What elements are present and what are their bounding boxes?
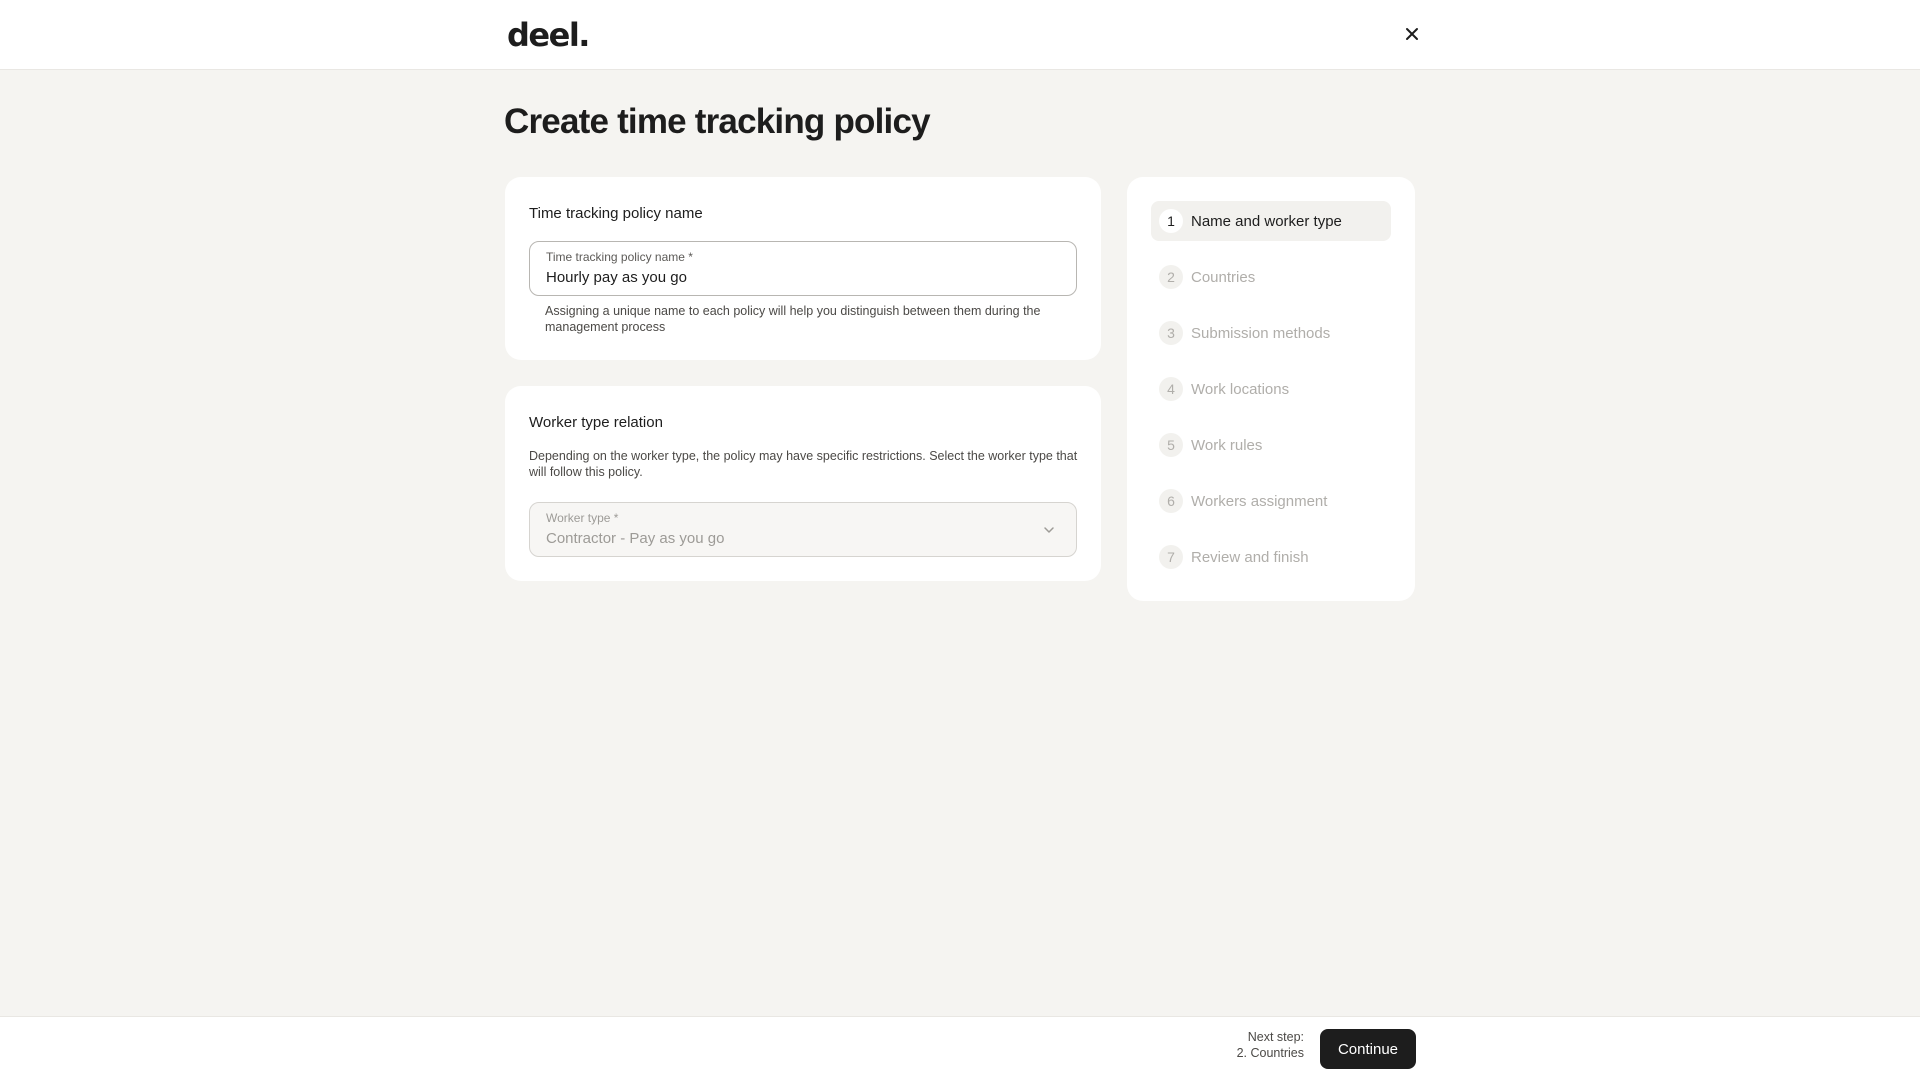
step-submission-methods[interactable]: 3 Submission methods xyxy=(1151,313,1391,353)
step-label: Work rules xyxy=(1191,436,1263,454)
step-work-locations[interactable]: 4 Work locations xyxy=(1151,369,1391,409)
close-button[interactable] xyxy=(1398,20,1426,48)
worker-type-select[interactable]: Worker type * Contractor - Pay as you go xyxy=(529,502,1077,557)
next-step-label: Next step: xyxy=(1247,1030,1304,1044)
worker-type-heading: Worker type relation xyxy=(529,414,663,431)
step-number: 4 xyxy=(1159,377,1183,401)
step-countries[interactable]: 2 Countries xyxy=(1151,257,1391,297)
chevron-down-icon xyxy=(1044,527,1054,533)
footer-bar: Next step: 2. Countries Continue xyxy=(0,1016,1920,1080)
worker-type-select-label: Worker type * xyxy=(546,511,619,525)
step-label: Work locations xyxy=(1191,380,1290,398)
deel-logo[interactable]: deel. xyxy=(507,16,590,54)
step-label: Workers assignment xyxy=(1191,492,1328,510)
step-number: 1 xyxy=(1159,209,1183,233)
worker-type-card: Worker type relation Depending on the wo… xyxy=(505,386,1101,581)
policy-name-field-label: Time tracking policy name * xyxy=(546,250,693,264)
step-label: Countries xyxy=(1191,268,1256,286)
step-name-and-worker-type[interactable]: 1 Name and worker type xyxy=(1151,201,1391,241)
page-title: Create time tracking policy xyxy=(504,102,931,141)
step-work-rules[interactable]: 5 Work rules xyxy=(1151,425,1391,465)
step-label: Review and finish xyxy=(1191,548,1309,566)
policy-name-helper-text: Assigning a unique name to each policy w… xyxy=(545,304,1041,334)
step-label: Name and worker type xyxy=(1191,212,1342,230)
step-workers-assignment[interactable]: 6 Workers assignment xyxy=(1151,481,1391,521)
steps-panel: 1 Name and worker type 2 Countries 3 Sub… xyxy=(1127,177,1415,601)
step-review-and-finish[interactable]: 7 Review and finish xyxy=(1151,537,1391,577)
step-number: 6 xyxy=(1159,489,1183,513)
next-step-value: 2. Countries xyxy=(1236,1046,1304,1060)
step-number: 2 xyxy=(1159,265,1183,289)
step-number: 5 xyxy=(1159,433,1183,457)
step-number: 7 xyxy=(1159,545,1183,569)
step-label: Submission methods xyxy=(1191,324,1331,342)
next-step-info: Next step: 2. Countries xyxy=(1200,1029,1304,1061)
worker-type-select-value: Contractor - Pay as you go xyxy=(546,530,725,547)
step-number: 3 xyxy=(1159,321,1183,345)
close-icon xyxy=(1406,28,1418,40)
worker-type-description: Depending on the worker type, the policy… xyxy=(529,449,1078,479)
policy-name-field[interactable]: Time tracking policy name * Hourly pay a… xyxy=(529,241,1077,296)
policy-name-field-value[interactable]: Hourly pay as you go xyxy=(546,269,687,286)
continue-button[interactable]: Continue xyxy=(1320,1029,1416,1069)
policy-name-card: Time tracking policy name Time tracking … xyxy=(505,177,1101,360)
top-bar: deel. xyxy=(0,0,1920,70)
policy-name-heading: Time tracking policy name xyxy=(529,205,703,222)
